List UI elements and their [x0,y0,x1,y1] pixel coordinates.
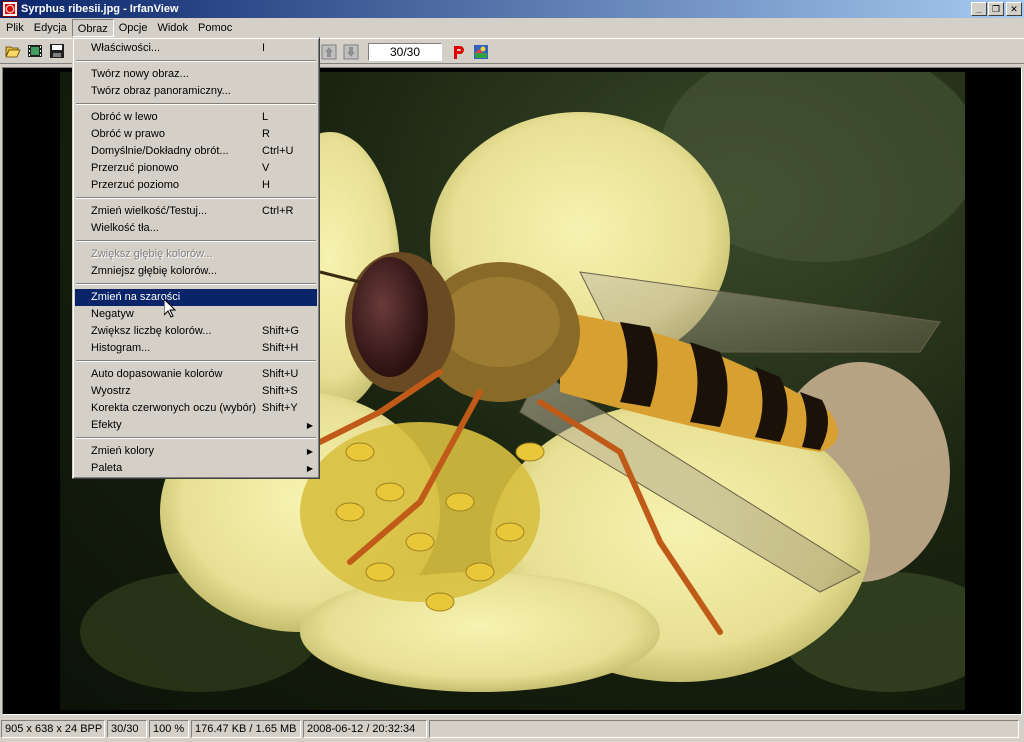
status-zoom: 100 % [149,720,189,738]
image-position-field[interactable]: 30/30 [368,43,442,61]
menu-item-increase-colors[interactable]: Zwiększ liczbę kolorów... Shift+G [75,323,317,340]
menu-widok[interactable]: Widok [152,19,193,37]
image-menu-dropdown: Właściwości... I Twórz nowy obraz... Twór… [72,37,320,479]
menu-item-rotate-right[interactable]: Obróć w prawo R [75,126,317,143]
submenu-arrow-icon: ▶ [306,447,313,456]
film-icon [28,45,42,57]
status-datetime: 2008-06-12 / 20:32:34 [303,720,427,738]
previous-image-button[interactable] [318,41,340,63]
status-dimensions: 905 x 638 x 24 BPP [1,720,105,738]
irfanview-logo-icon [474,45,488,59]
mouse-cursor-icon [164,299,176,318]
menu-separator [75,357,317,366]
irfanview-window: Syrphus ribesii.jpg - IrfanView _ ❐ ✕ Pl… [0,0,1024,742]
restore-button[interactable]: ❐ [988,2,1004,16]
menu-separator [75,57,317,66]
menu-item-red-eye[interactable]: Korekta czerwonych oczu (wybór) Shift+Y [75,400,317,417]
menu-item-change-colors[interactable]: Zmień kolory ▶ [75,443,317,460]
menu-item-grayscale[interactable]: Zmień na szarości [75,289,317,306]
menu-separator [75,280,317,289]
menu-item-flip-vertical[interactable]: Przerzuć pionowo V [75,160,317,177]
print-button[interactable] [448,41,470,63]
menu-item-auto-adjust[interactable]: Auto dopasowanie kolorów Shift+U [75,366,317,383]
minimize-button[interactable]: _ [971,2,987,16]
menu-item-decrease-depth[interactable]: Zmniejsz głębię kolorów... [75,263,317,280]
menu-separator [75,194,317,203]
print-p-icon [454,46,464,59]
slideshow-button[interactable] [24,40,46,62]
status-bar: 905 x 638 x 24 BPP 30/30 100 % 176.47 KB… [0,718,1024,740]
menu-bar: Plik Edycja Obraz Opcje Widok Pomoc [0,18,1024,38]
menu-item-new-image[interactable]: Twórz nowy obraz... [75,66,317,83]
next-image-button[interactable] [340,41,362,63]
irfanview-app-icon[interactable] [2,1,18,17]
floppy-disk-icon [50,44,64,58]
menu-item-resize[interactable]: Zmień wielkość/Testuj... Ctrl+R [75,203,317,220]
menu-item-palette[interactable]: Paleta ▶ [75,460,317,477]
menu-plik[interactable]: Plik [1,19,29,37]
menu-item-negative[interactable]: Negatyw [75,306,317,323]
window-title: Syrphus ribesii.jpg - IrfanView [21,3,179,15]
menu-item-wlasciwosci[interactable]: Właściwości... I [75,40,317,57]
menu-item-histogram[interactable]: Histogram... Shift+H [75,340,317,357]
status-position: 30/30 [107,720,147,738]
status-filesize: 176.47 KB / 1.65 MB [191,720,301,738]
menu-item-increase-depth: Zwiększ głębię kolorów... [91,248,213,260]
menu-item-panorama[interactable]: Twórz obraz panoramiczny... [75,83,317,100]
menu-separator [75,434,317,443]
menu-edycja[interactable]: Edycja [29,19,72,37]
menu-item-custom-rotate[interactable]: Domyślnie/Dokładny obrót... Ctrl+U [75,143,317,160]
menu-item-sharpen[interactable]: Wyostrz Shift+S [75,383,317,400]
menu-pomoc[interactable]: Pomoc [193,19,237,37]
arrow-down-icon [343,44,359,60]
menu-item-rotate-left[interactable]: Obróć w lewo L [75,109,317,126]
arrow-up-icon [321,44,337,60]
menu-item-canvas-size[interactable]: Wielkość tła... [75,220,317,237]
about-button[interactable] [470,41,492,63]
folder-open-icon [5,46,21,58]
submenu-arrow-icon: ▶ [306,421,313,430]
open-file-button[interactable] [2,40,24,62]
status-empty [429,720,1019,738]
submenu-arrow-icon: ▶ [306,464,313,473]
title-bar[interactable]: Syrphus ribesii.jpg - IrfanView _ ❐ ✕ [0,0,1024,18]
menu-separator [75,100,317,109]
menu-separator [75,237,317,246]
save-button[interactable] [46,40,68,62]
menu-item-effects[interactable]: Efekty ▶ [75,417,317,434]
menu-obraz[interactable]: Obraz [71,19,114,37]
menu-item-flip-horizontal[interactable]: Przerzuć poziomo H [75,177,317,194]
close-button[interactable]: ✕ [1006,2,1022,16]
menu-opcje[interactable]: Opcje [114,19,153,37]
